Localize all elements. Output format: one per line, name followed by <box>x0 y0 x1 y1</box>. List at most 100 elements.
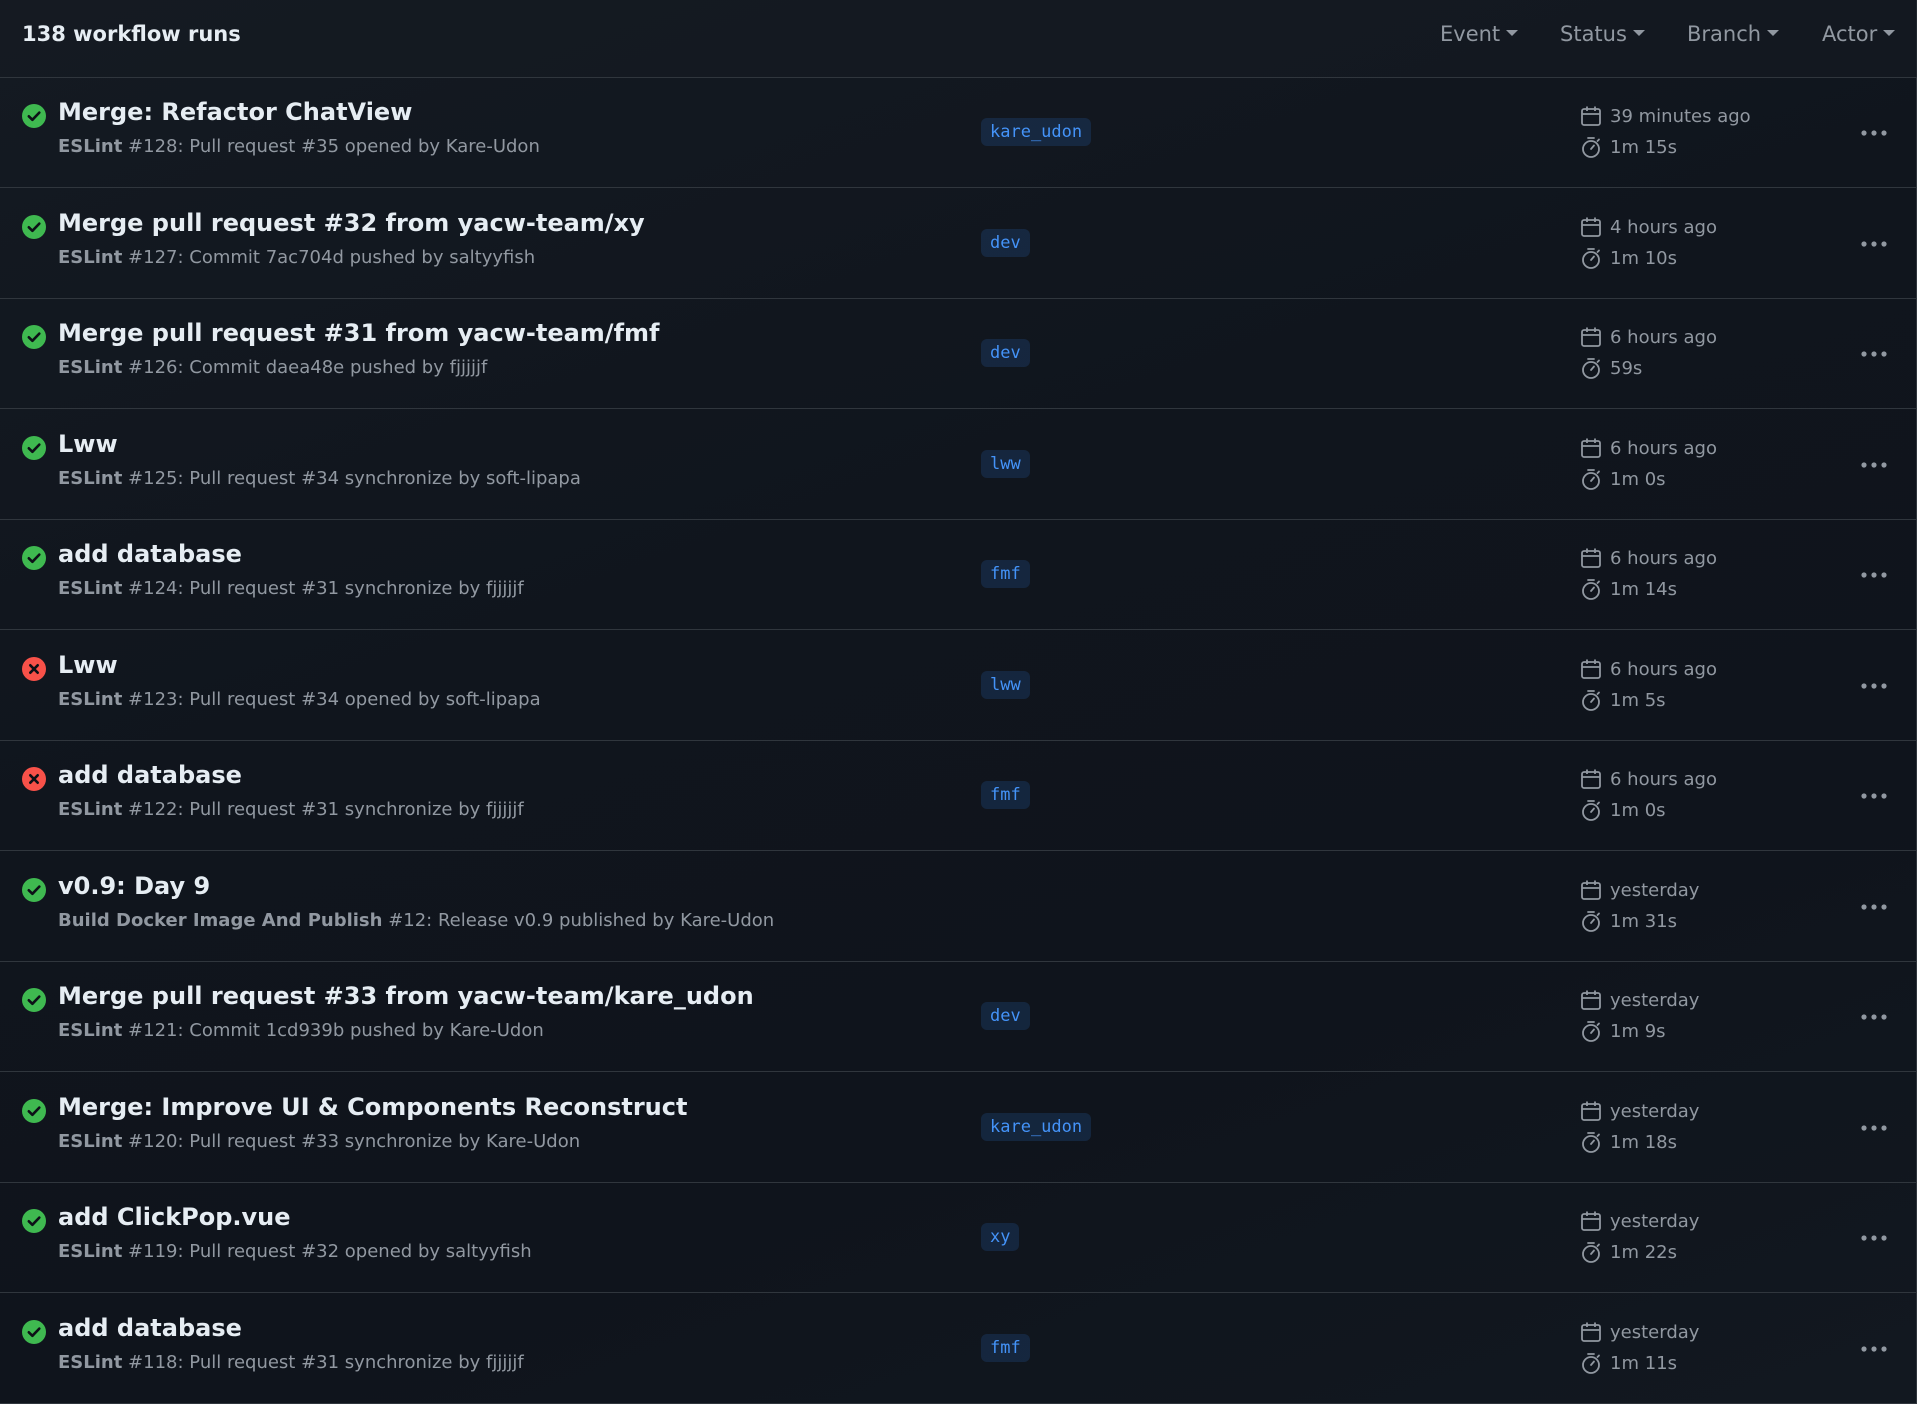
check-circle-icon <box>22 104 46 128</box>
run-detail: #121: Commit 1cd939b pushed by Kare-Udon <box>122 1020 544 1041</box>
run-meta: ESLint #124: Pull request #31 synchroniz… <box>58 578 524 599</box>
runs-header: 138 workflow runs Event Status Branch Ac… <box>0 0 1917 78</box>
branch-filter-button[interactable]: Branch <box>1687 22 1780 46</box>
kebab-menu-icon[interactable] <box>1857 227 1891 261</box>
kebab-menu-icon[interactable] <box>1857 116 1891 150</box>
workflow-run-row[interactable]: Merge pull request #32 from yacw-team/xy… <box>0 189 1917 299</box>
workflow-name: ESLint <box>58 1020 123 1041</box>
branch-label[interactable]: dev <box>981 228 1030 257</box>
kebab-menu-icon[interactable] <box>1857 448 1891 482</box>
run-meta: ESLint #126: Commit daea48e pushed by fj… <box>58 357 487 378</box>
workflow-run-row[interactable]: Merge: Improve UI & Components Reconstru… <box>0 1073 1917 1183</box>
run-detail: #126: Commit daea48e pushed by fjjjjjf <box>122 357 488 378</box>
status-filter-button[interactable]: Status <box>1560 22 1645 46</box>
workflow-run-row[interactable]: add database ESLint #122: Pull request #3… <box>0 741 1917 851</box>
workflow-run-row[interactable]: Merge pull request #31 from yacw-team/fm… <box>0 299 1917 409</box>
workflow-run-row[interactable]: Merge: Refactor ChatView ESLint #128: Pul… <box>0 78 1917 188</box>
run-title-link[interactable]: v0.9: Day 9 <box>58 872 210 900</box>
run-when: 6 hours ago <box>1610 548 1717 569</box>
workflow-name: ESLint <box>58 1351 123 1373</box>
branch-label[interactable]: dev <box>981 1002 1030 1030</box>
run-duration-value: 1m 10s <box>1610 247 1677 269</box>
run-detail: #125: Pull request #34 synchronize by so… <box>122 467 581 489</box>
run-title-link[interactable]: add database <box>58 540 242 568</box>
workflow-runs-panel: 138 workflow runs Event Status Branch Ac… <box>0 0 1917 1404</box>
event-filter-button[interactable]: Event <box>1440 22 1519 46</box>
workflow-run-row[interactable]: add ClickPop.vue ESLint #119: Pull reques… <box>0 1183 1917 1293</box>
run-when: yesterday <box>1610 1100 1700 1122</box>
branch-label[interactable]: lww <box>981 670 1030 699</box>
run-duration-value: 1m 5s <box>1610 689 1666 711</box>
run-title-link[interactable]: Merge pull request #32 from yacw-team/xy <box>58 209 645 237</box>
calendar-icon <box>1581 769 1601 789</box>
run-detail: #127: Commit 7ac704d pushed by saltyyfis… <box>122 246 536 268</box>
kebab-menu-icon[interactable] <box>1857 1111 1891 1145</box>
run-detail: #118: Pull request #31 synchronize by fj… <box>122 1351 524 1373</box>
run-duration-value: 1m 18s <box>1610 1131 1677 1153</box>
run-when: yesterday <box>1610 990 1700 1011</box>
check-circle-icon <box>22 988 46 1012</box>
run-meta: ESLint #121: Commit 1cd939b pushed by Ka… <box>58 1020 544 1041</box>
check-circle-icon <box>22 1098 46 1123</box>
kebab-menu-icon[interactable] <box>1857 890 1891 924</box>
workflow-run-row[interactable]: v0.9: Day 9 Build Docker Image And Publis… <box>0 852 1917 962</box>
calendar-icon <box>1581 1322 1601 1342</box>
run-when: 6 hours ago <box>1610 437 1717 459</box>
branch-label[interactable]: dev <box>981 339 1030 367</box>
run-duration-value: 1m 15s <box>1610 137 1677 158</box>
stopwatch-icon <box>1582 1131 1600 1153</box>
branch-label[interactable]: xy <box>981 1223 1020 1251</box>
workflow-run-row[interactable]: Lww ESLint #125: Pull request #34 synchro… <box>0 410 1917 520</box>
calendar-icon <box>1581 217 1601 237</box>
run-duration-value: 1m 0s <box>1610 468 1666 490</box>
run-title-link[interactable]: add database <box>58 1314 242 1342</box>
kebab-menu-icon[interactable] <box>1857 779 1891 813</box>
kebab-menu-icon[interactable] <box>1857 337 1891 371</box>
caret-down-icon <box>1632 30 1645 36</box>
run-duration-value: 1m 9s <box>1610 1021 1666 1042</box>
run-detail: #12: Release v0.9 published by Kare-Udon <box>382 909 775 931</box>
run-duration-value: 1m 14s <box>1610 579 1677 600</box>
calendar-icon <box>1581 659 1601 679</box>
branch-label[interactable]: kare_udon <box>981 118 1092 146</box>
stopwatch-icon <box>1582 1352 1600 1374</box>
kebab-menu-icon[interactable] <box>1857 558 1891 592</box>
kebab-menu-icon[interactable] <box>1857 1000 1891 1034</box>
kebab-menu-icon[interactable] <box>1857 1221 1891 1255</box>
run-meta: Build Docker Image And Publish #12: Rele… <box>58 910 774 931</box>
calendar-icon <box>1581 548 1601 568</box>
caret-down-icon <box>1883 30 1896 36</box>
workflow-run-row[interactable]: Merge pull request #33 from yacw-team/ka… <box>0 962 1917 1072</box>
kebab-menu-icon[interactable] <box>1857 669 1891 703</box>
workflow-run-row[interactable]: Lww ESLint #123: Pull request #34 opened … <box>0 631 1917 741</box>
calendar-icon <box>1581 438 1601 458</box>
run-meta: ESLint #123: Pull request #34 opened by … <box>58 689 541 710</box>
calendar-icon <box>1581 990 1601 1010</box>
check-circle-icon <box>22 1319 46 1344</box>
kebab-menu-icon[interactable] <box>1857 1332 1891 1366</box>
run-title-link[interactable]: add database <box>58 761 242 789</box>
run-title-link[interactable]: Lww <box>58 651 118 679</box>
workflow-run-row[interactable]: add database ESLint #124: Pull request #3… <box>0 520 1917 630</box>
workflow-name: ESLint <box>58 578 123 599</box>
branch-label[interactable]: fmf <box>981 560 1030 588</box>
branch-label[interactable]: fmf <box>981 781 1030 809</box>
run-title-link[interactable]: Merge pull request #33 from yacw-team/ka… <box>58 982 754 1010</box>
run-title-link[interactable]: Merge: Improve UI & Components Reconstru… <box>58 1093 687 1121</box>
run-title-link[interactable]: add ClickPop.vue <box>58 1203 291 1231</box>
run-title-link[interactable]: Merge pull request #31 from yacw-team/fm… <box>58 319 659 347</box>
run-title-link[interactable]: Lww <box>58 430 118 458</box>
run-meta: ESLint #119: Pull request #32 opened by … <box>58 1241 532 1262</box>
branch-label[interactable]: fmf <box>981 1333 1030 1362</box>
branch-label[interactable]: kare_udon <box>981 1112 1092 1141</box>
workflow-name: Build Docker Image And Publish <box>58 909 383 931</box>
branch-label[interactable]: lww <box>981 449 1030 478</box>
check-circle-icon <box>22 1209 46 1233</box>
workflow-name: ESLint <box>58 1130 123 1152</box>
check-circle-icon <box>22 325 46 349</box>
check-circle-icon <box>22 877 46 902</box>
calendar-icon <box>1581 1211 1601 1231</box>
workflow-run-row[interactable]: add database ESLint #118: Pull request #3… <box>0 1294 1917 1404</box>
actor-filter-button[interactable]: Actor <box>1822 22 1896 46</box>
run-title-link[interactable]: Merge: Refactor ChatView <box>58 98 412 126</box>
